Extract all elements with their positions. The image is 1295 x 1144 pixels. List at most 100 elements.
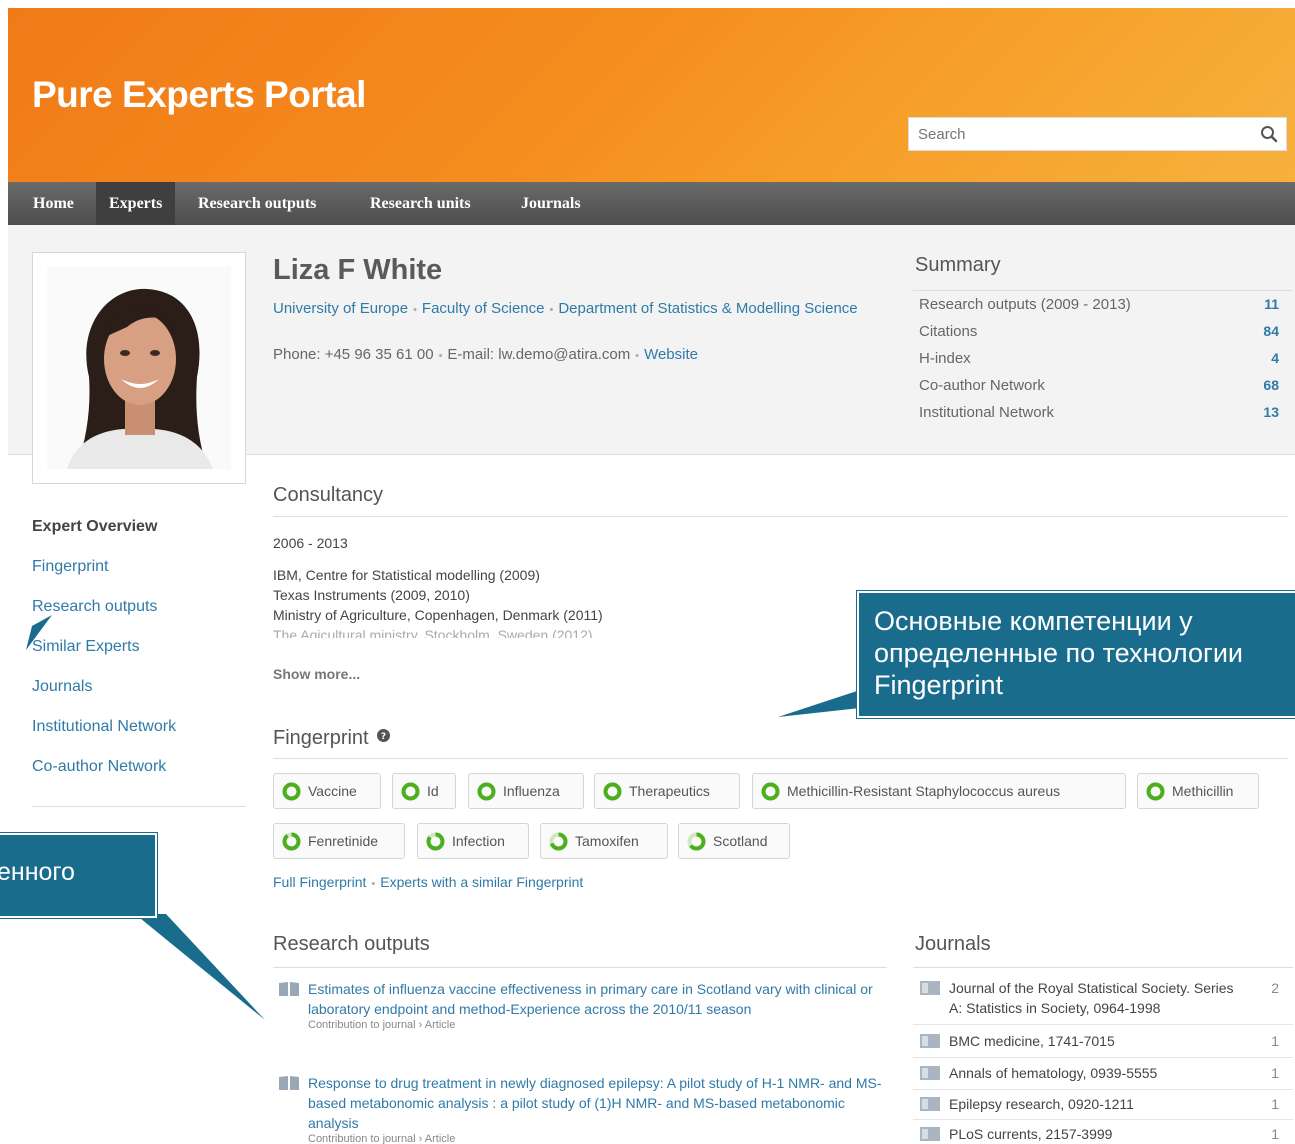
journal-row[interactable]: BMC medicine, 1741-7015 1 — [913, 1031, 1293, 1051]
research-output-title[interactable]: Response to drug treatment in newly diag… — [308, 1073, 888, 1133]
nav-research-units[interactable]: Research units — [357, 182, 484, 225]
journal-row[interactable]: Journal of the Royal Statistical Society… — [913, 978, 1293, 1018]
fingerprint-weight-icon — [549, 832, 568, 851]
fingerprint-title: Fingerprint ? — [273, 727, 391, 750]
fingerprint-tag[interactable]: Methicillin — [1137, 773, 1259, 809]
summary-value: 4 — [1271, 350, 1279, 366]
sidenav-similar-experts[interactable]: Similar Experts — [32, 638, 246, 678]
consultancy-list: IBM, Centre for Statistical modelling (2… — [273, 565, 873, 638]
contact-line: Phone: +45 96 35 61 00 • E-mail: lw.demo@a… — [273, 346, 698, 363]
consultancy-years: 2006 - 2013 — [273, 535, 348, 551]
journal-icon — [920, 1034, 940, 1048]
fingerprint-tag-label: Infection — [452, 833, 505, 849]
summary-value: 84 — [1263, 323, 1279, 339]
journal-row[interactable]: Epilepsy research, 0920-1211 1 — [913, 1094, 1293, 1114]
nav-home[interactable]: Home — [20, 182, 87, 225]
divider — [273, 516, 1288, 517]
summary-title: Summary — [915, 254, 1001, 276]
nav-journals[interactable]: Journals — [508, 182, 594, 225]
consultancy-item: Texas Instruments (2009, 2010) — [273, 587, 470, 603]
fingerprint-tag-label: Therapeutics — [629, 783, 710, 799]
main-nav: Home Experts Research outputs Research u… — [8, 182, 1295, 225]
fingerprint-tag-label: Fenretinide — [308, 833, 379, 849]
email[interactable]: E-mail: lw.demo@atira.com — [447, 346, 630, 363]
callout-line: определенные по технологии — [874, 638, 1244, 668]
research-output-item[interactable]: Response to drug treatment in newly diag… — [278, 1073, 888, 1144]
svg-text:?: ? — [381, 732, 386, 742]
summary-label: Research outputs (2009 - 2013) — [919, 296, 1131, 313]
journal-icon — [920, 1066, 940, 1080]
sidenav-co-author-network[interactable]: Co-author Network — [32, 758, 246, 798]
fingerprint-tag[interactable]: Id — [392, 773, 456, 809]
summary-row[interactable]: Co-author Network 68 — [913, 372, 1293, 399]
nav-research-outputs[interactable]: Research outputs — [185, 182, 329, 225]
divider — [913, 1024, 1293, 1025]
journal-count: 2 — [1271, 980, 1279, 996]
search-icon[interactable] — [1260, 125, 1278, 143]
fingerprint-weight-icon — [761, 782, 780, 801]
affiliation-department[interactable]: Department of Statistics & Modelling Sci… — [558, 300, 857, 317]
sidenav-fingerprint[interactable]: Fingerprint — [32, 558, 246, 598]
summary-label: Institutional Network — [919, 404, 1055, 421]
fingerprint-tag[interactable]: Vaccine — [273, 773, 381, 809]
site-title[interactable]: Pure Experts Portal — [32, 74, 366, 116]
fingerprint-weight-icon — [401, 782, 420, 801]
journal-row[interactable]: PLoS currents, 2157-3999 1 — [913, 1124, 1293, 1144]
nav-experts[interactable]: Experts — [96, 182, 176, 225]
affiliation: University of Europe • Faculty of Science •… — [273, 300, 858, 317]
journal-icon — [920, 1097, 940, 1111]
summary-value: 13 — [1263, 404, 1279, 420]
affiliation-faculty[interactable]: Faculty of Science — [422, 300, 545, 317]
summary-row[interactable]: Citations 84 — [913, 318, 1293, 345]
journal-icon — [920, 981, 940, 995]
search-input[interactable] — [909, 118, 1239, 150]
fingerprint-weight-icon — [1146, 782, 1165, 801]
fingerprint-tag[interactable]: Tamoxifen — [540, 823, 668, 859]
journal-name[interactable]: Annals of hematology, 0939-5555 — [949, 1063, 1249, 1083]
search-box[interactable] — [908, 117, 1287, 151]
sidenav-research-outputs[interactable]: Research outputs — [32, 598, 246, 638]
full-fingerprint-link[interactable]: Full Fingerprint — [273, 874, 366, 890]
research-output-title[interactable]: Estimates of influenza vaccine effective… — [308, 979, 888, 1019]
journal-count: 1 — [1271, 1033, 1279, 1049]
fingerprint-tag[interactable]: Infection — [417, 823, 529, 859]
sidenav-expert-overview[interactable]: Expert Overview — [32, 518, 246, 558]
research-output-item[interactable]: Estimates of influenza vaccine effective… — [278, 979, 888, 1031]
fingerprint-tag[interactable]: Therapeutics — [594, 773, 740, 809]
question-circle-icon[interactable]: ? — [377, 729, 391, 742]
journals-title: Journals — [915, 933, 991, 955]
fingerprint-tag-label: Methicillin-Resistant Staphylococcus aur… — [787, 783, 1061, 799]
sidenav-institutional-network[interactable]: Institutional Network — [32, 718, 246, 758]
journal-name[interactable]: BMC medicine, 1741-7015 — [949, 1031, 1249, 1051]
journal-name[interactable]: Epilepsy research, 0920-1211 — [949, 1094, 1249, 1114]
summary-row[interactable]: H-index 4 — [913, 345, 1293, 372]
journal-name[interactable]: Journal of the Royal Statistical Society… — [949, 978, 1249, 1018]
affiliation-university[interactable]: University of Europe — [273, 300, 408, 317]
callout-line: енного — [0, 858, 75, 886]
journal-row[interactable]: Annals of hematology, 0939-5555 1 — [913, 1063, 1293, 1083]
summary-row[interactable]: Research outputs (2009 - 2013) 11 — [913, 291, 1293, 318]
fingerprint-tag[interactable]: Methicillin-Resistant Staphylococcus aur… — [752, 773, 1126, 809]
consultancy-item: Ministry of Agriculture, Copenhagen, Den… — [273, 607, 603, 623]
website-link[interactable]: Website — [644, 346, 698, 363]
research-output-type: Contribution to journal › Article — [308, 1133, 456, 1144]
fingerprint-tag-label: Methicillin — [1172, 783, 1234, 799]
sidenav-journals[interactable]: Journals — [32, 678, 246, 718]
show-more-link[interactable]: Show more... — [273, 666, 360, 682]
fingerprint-tag[interactable]: Fenretinide — [273, 823, 405, 859]
site-header: Pure Experts Portal — [8, 8, 1295, 182]
phone: Phone: +45 96 35 61 00 — [273, 346, 434, 363]
similar-experts-link[interactable]: Experts with a similar Fingerprint — [380, 874, 583, 890]
divider — [32, 806, 246, 807]
journal-name[interactable]: PLoS currents, 2157-3999 — [949, 1124, 1249, 1144]
annotation-callout: Основные компетенции у определенные по т… — [856, 590, 1295, 719]
fingerprint-tag[interactable]: Scotland — [678, 823, 790, 859]
summary-row[interactable]: Institutional Network 13 — [913, 399, 1293, 426]
article-icon — [279, 982, 299, 996]
divider — [913, 1057, 1293, 1058]
summary-value: 68 — [1263, 377, 1279, 393]
fingerprint-tag-label: Influenza — [503, 783, 560, 799]
research-output-type: Contribution to journal › Article — [308, 1019, 456, 1031]
fingerprint-tag[interactable]: Influenza — [468, 773, 584, 809]
journal-icon — [920, 1127, 940, 1141]
